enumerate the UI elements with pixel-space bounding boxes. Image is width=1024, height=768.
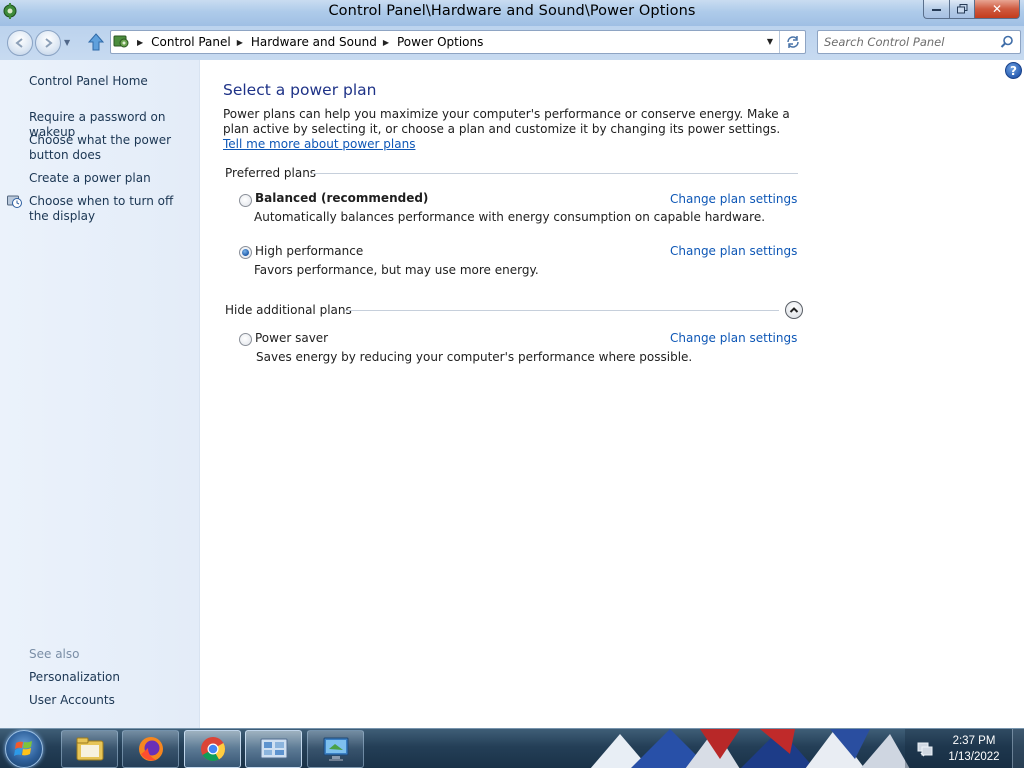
balanced-radio[interactable] [239,194,252,207]
close-button[interactable]: ✕ [974,0,1020,19]
task-pane: Control Panel Home Require a password on… [0,60,200,728]
breadcrumb-separator-icon[interactable]: ▶ [383,38,389,47]
forward-arrow-icon [45,38,53,48]
page-title: Select a power plan [223,81,377,99]
address-bar[interactable]: ▶ Control Panel ▶ Hardware and Sound ▶ P… [110,30,806,54]
search-icon[interactable] [1000,35,1014,49]
window-title: Control Panel\Hardware and Sound\Power O… [328,3,696,19]
taskbar-file-explorer[interactable] [61,730,118,768]
breadcrumb-control-panel[interactable]: Control Panel [151,35,231,49]
high-performance-radio[interactable] [239,246,252,259]
main-content: ? Select a power plan Power plans can he… [200,60,1024,728]
maximize-button[interactable] [949,0,974,19]
section-divider [345,310,779,311]
desktop-wallpaper [590,729,910,768]
help-icon[interactable]: ? [1005,62,1022,79]
taskbar-firefox[interactable] [122,730,179,768]
tell-me-more-link[interactable]: Tell me more about power plans [223,137,415,151]
refresh-icon [786,36,799,48]
create-power-plan-link[interactable]: Create a power plan [29,171,195,186]
power-saver-change-settings-link[interactable]: Change plan settings [670,331,797,345]
clock-time: 2:37 PM [952,735,996,747]
breadcrumb-hardware-and-sound[interactable]: Hardware and Sound [251,35,377,49]
start-button[interactable] [5,730,43,768]
restore-icon [956,4,967,14]
system-clock[interactable]: 2:37 PM 1/13/2022 [940,733,1008,765]
back-button[interactable] [7,30,33,56]
firefox-icon [138,737,163,761]
search-box[interactable] [817,30,1021,54]
preferred-plans-heading: Preferred plans [225,166,317,180]
refresh-button[interactable] [779,31,805,53]
control-panel-home-link[interactable]: Control Panel Home [29,74,195,89]
network-icon[interactable] [917,741,933,757]
power-button-link[interactable]: Choose what the power button does [29,133,195,163]
windows-logo-icon [14,741,32,756]
see-also-heading: See also [29,647,80,661]
file-explorer-icon [76,737,103,761]
navigation-bar: ▼ ▶ Control Panel ▶ Hardware and Sound ▶… [0,26,1024,60]
breadcrumb-power-options[interactable]: Power Options [397,35,483,49]
control-panel-icon [113,35,129,48]
high-performance-change-settings-link[interactable]: Change plan settings [670,244,797,258]
search-input[interactable] [824,34,994,50]
high-performance-plan-name[interactable]: High performance [255,244,363,258]
power-saver-radio[interactable] [239,333,252,346]
minimize-button[interactable] [923,0,949,19]
turn-off-display-link[interactable]: Choose when to turn off the display [29,194,195,224]
show-desktop-button[interactable] [1012,729,1024,768]
intro-description: Power plans can help you maximize your c… [223,107,790,136]
chevron-up-icon [789,307,799,313]
high-performance-plan-description: Favors performance, but may use more ene… [254,263,539,277]
breadcrumb-separator-icon[interactable]: ▶ [237,38,243,47]
clock-date: 1/13/2022 [948,751,1000,763]
balanced-change-settings-link[interactable]: Change plan settings [670,192,797,206]
power-saver-plan-name[interactable]: Power saver [255,331,328,345]
recent-pages-dropdown[interactable]: ▼ [64,38,70,47]
remote-desktop-icon [323,737,348,761]
minimize-icon [931,9,941,11]
clock-icon [7,195,22,208]
collapse-button[interactable] [785,301,803,319]
taskbar: 2:37 PM 1/13/2022 [0,728,1024,768]
taskbar-remote-desktop[interactable] [307,730,364,768]
close-icon: ✕ [991,2,1003,16]
back-arrow-icon [15,38,23,48]
balanced-plan-name[interactable]: Balanced (recommended) [255,191,428,205]
hide-additional-plans-heading[interactable]: Hide additional plans [225,303,352,317]
breadcrumb-separator-icon[interactable]: ▶ [137,38,143,47]
section-divider [312,173,798,174]
taskbar-control-panel[interactable] [245,730,302,768]
power-saver-plan-description: Saves energy by reducing your computer's… [256,350,693,364]
up-arrow-icon[interactable] [86,32,106,52]
taskbar-chrome[interactable] [184,730,241,768]
address-history-dropdown[interactable]: ▼ [767,37,773,46]
chrome-icon [200,737,225,762]
user-accounts-link[interactable]: User Accounts [29,693,195,708]
control-panel-icon [260,738,287,759]
balanced-plan-description: Automatically balances performance with … [254,210,766,224]
intro-text: Power plans can help you maximize your c… [223,107,803,152]
forward-button[interactable] [35,30,61,56]
personalization-link[interactable]: Personalization [29,670,195,685]
title-bar: Control Panel\Hardware and Sound\Power O… [0,0,1024,26]
